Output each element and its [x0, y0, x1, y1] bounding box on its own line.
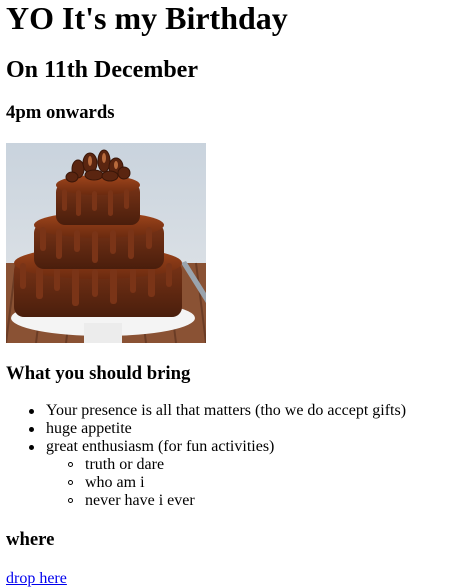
bullet-disc-icon: [29, 427, 34, 432]
bullet-circle-icon: [68, 498, 73, 503]
list-item-text: huge appetite: [46, 420, 132, 437]
bullet-disc-icon: [29, 409, 34, 414]
bring-list: Your presence is all that matters (tho w…: [29, 402, 407, 510]
list-item: huge appetite: [29, 420, 406, 438]
list-item: truth or dare: [68, 456, 406, 474]
list-item-text: never have i ever: [85, 492, 195, 509]
list-item-text: who am i: [85, 474, 145, 491]
bullet-circle-icon: [68, 480, 73, 485]
bring-heading: What you should bring: [6, 363, 191, 384]
list-item: Your presence is all that matters (tho w…: [29, 402, 407, 420]
where-heading: where: [6, 529, 55, 550]
event-time: 4pm onwards: [6, 102, 115, 123]
bullet-disc-icon: [29, 445, 34, 450]
activities-list: truth or dare who am i never have i ever: [68, 456, 406, 510]
bullet-circle-icon: [68, 462, 73, 467]
list-item-text: Your presence is all that matters (tho w…: [46, 402, 407, 419]
event-date: On 11th December: [6, 57, 198, 83]
list-item: great enthusiasm (for fun activities): [29, 438, 406, 456]
page: YO It's my Birthday On 11th December 4pm…: [0, 0, 460, 588]
list-item-text: truth or dare: [85, 456, 165, 473]
page-title: YO It's my Birthday: [6, 0, 288, 36]
location-link[interactable]: drop here: [6, 570, 67, 588]
list-item: never have i ever: [68, 492, 406, 510]
list-item-text: great enthusiasm (for fun activities): [46, 438, 275, 455]
list-item: who am i: [68, 474, 406, 492]
cake-image: [6, 143, 206, 343]
